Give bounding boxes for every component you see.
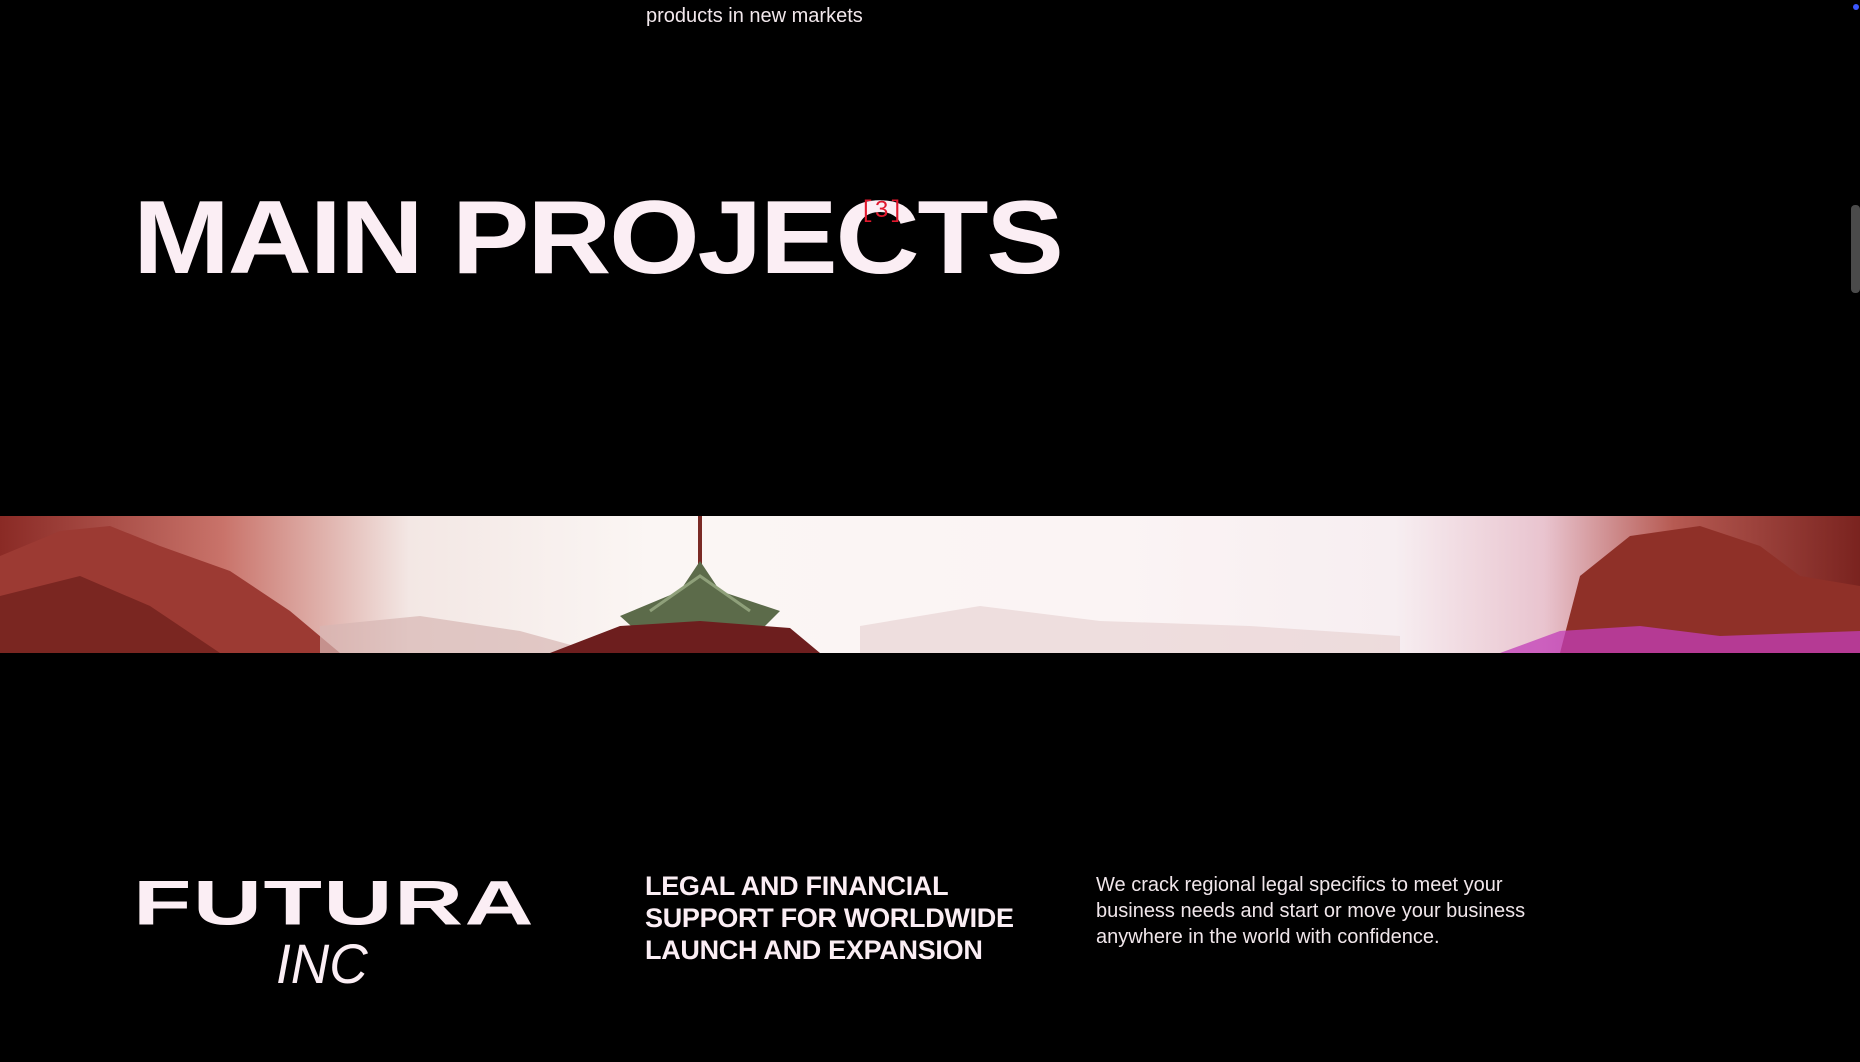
headline-line: LEGAL AND FINANCIAL (645, 871, 949, 901)
section-title-wrap: MAIN PROJECTS (133, 186, 1064, 290)
plant-illustration (550, 516, 820, 653)
landscape-illustration (0, 516, 1860, 653)
headline-line: SUPPORT FOR WORLDWIDE (645, 903, 1014, 933)
headline-line: LAUNCH AND EXPANSION (645, 935, 983, 965)
logo-main-text: FUTURA (133, 867, 536, 938)
project-banner-image[interactable] (0, 516, 1860, 653)
indicator-dot-icon (1853, 4, 1859, 10)
scrollbar-thumb[interactable] (1851, 205, 1860, 293)
page-title: MAIN PROJECTS (133, 180, 1064, 296)
logo-sub-text: INC (276, 932, 368, 995)
project-description: We crack regional legal specifics to mee… (1096, 874, 1526, 948)
previous-section-text: products in new markets (646, 5, 863, 27)
futura-inc-logo[interactable]: FUTURA INC (133, 871, 534, 995)
project-headline: LEGAL AND FINANCIAL SUPPORT FOR WORLDWID… (645, 870, 1065, 966)
project-count-badge: [3] (860, 198, 904, 225)
